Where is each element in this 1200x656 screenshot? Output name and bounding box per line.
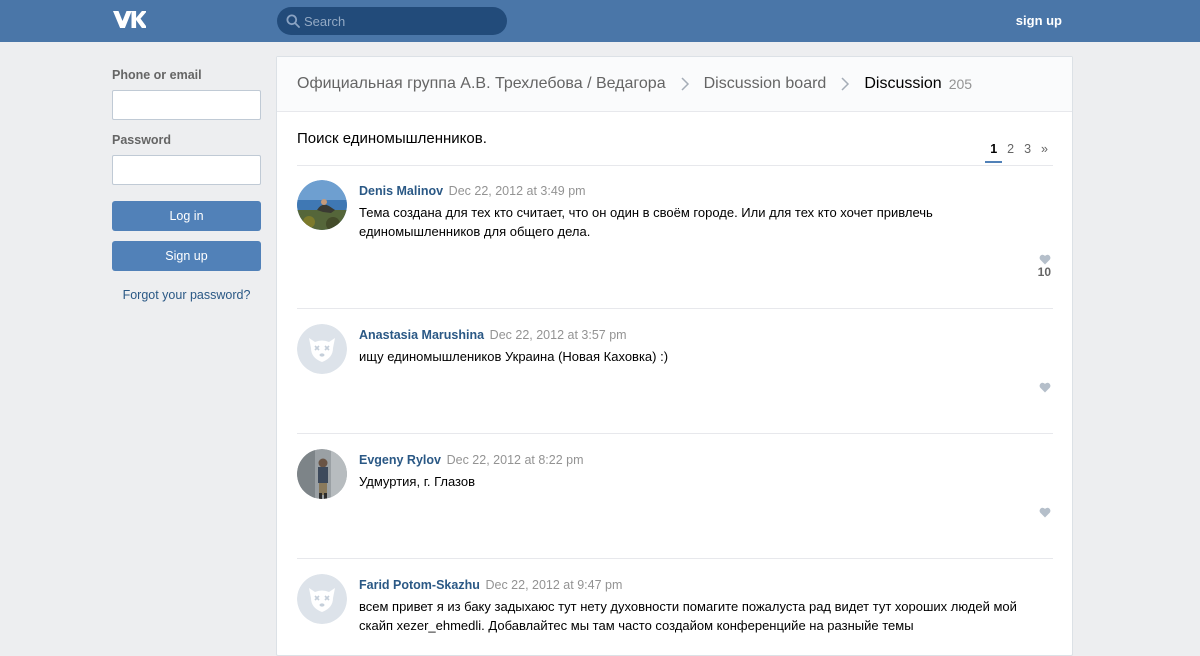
chevron-right-icon (841, 77, 850, 91)
post-date-link[interactable]: Dec 22, 2012 at 3:57 pm (490, 328, 627, 342)
forgot-password-link[interactable]: Forgot your password? (112, 288, 261, 302)
heart-icon (1039, 254, 1051, 265)
breadcrumb: Официальная группа А.В. Трехлебова / Вед… (277, 57, 1072, 112)
divider (297, 433, 1053, 434)
heart-icon (1039, 382, 1051, 393)
heart-icon (1039, 507, 1051, 518)
discussion-card: Официальная группа А.В. Трехлебова / Вед… (276, 56, 1073, 656)
post-author-link[interactable]: Evgeny Rylov (359, 453, 441, 467)
breadcrumb-board-link[interactable]: Discussion board (704, 75, 827, 93)
top-bar: sign up (0, 0, 1200, 42)
page-next-link[interactable]: » (1036, 142, 1053, 163)
like-button[interactable]: 10 (1038, 254, 1051, 279)
post-text: Удмуртия, г. Глазов (359, 474, 475, 489)
breadcrumb-current: Discussion (864, 75, 942, 92)
post-text: ищу единомышлеников Украина (Новая Кахов… (359, 349, 669, 364)
divider (297, 558, 1053, 559)
default-avatar-icon[interactable] (297, 574, 347, 624)
like-button[interactable] (1039, 507, 1051, 518)
chevron-right-icon (681, 77, 689, 91)
divider (297, 165, 1053, 166)
signup-button[interactable]: Sign up (112, 241, 261, 271)
post-author-link[interactable]: Farid Potom-Skazhu (359, 578, 480, 592)
search-input[interactable] (304, 7, 499, 35)
divider (297, 308, 1053, 309)
page-link-3[interactable]: 3 (1019, 142, 1036, 163)
post-date-link[interactable]: Dec 22, 2012 at 9:47 pm (485, 578, 622, 592)
avatar[interactable] (297, 180, 347, 230)
avatar[interactable] (297, 449, 347, 499)
post-author-link[interactable]: Anastasia Marushina (359, 328, 484, 342)
password-label: Password (112, 133, 172, 147)
post-text: всем привет я из баку задыхаюс тут нету … (359, 599, 1017, 633)
post-date-link[interactable]: Dec 22, 2012 at 3:49 pm (449, 184, 586, 198)
post-text: Тема создана для тех кто считает, что он… (359, 205, 933, 239)
login-panel: Phone or email Password Log in Sign up F… (112, 68, 261, 302)
search-box[interactable] (277, 7, 507, 35)
pagination: 1 2 3 » (985, 142, 1053, 163)
default-avatar-icon[interactable] (297, 324, 347, 374)
like-button[interactable] (1039, 382, 1051, 393)
topic-title: Поиск единомышленников. (297, 130, 487, 147)
discussion-count: 205 (948, 76, 973, 92)
breadcrumb-group-link[interactable]: Официальная группа А.В. Трехлебова / Вед… (297, 75, 666, 93)
phone-or-email-field[interactable] (112, 90, 261, 120)
like-count: 10 (1037, 265, 1051, 279)
password-field[interactable] (112, 155, 261, 185)
vk-logo-icon[interactable] (112, 9, 146, 31)
login-button[interactable]: Log in (112, 201, 261, 231)
phone-label: Phone or email (112, 68, 202, 82)
page-link-1[interactable]: 1 (985, 142, 1003, 163)
page-link-2[interactable]: 2 (1002, 142, 1019, 163)
post-date-link[interactable]: Dec 22, 2012 at 8:22 pm (447, 453, 584, 467)
search-icon (286, 14, 300, 28)
post-author-link[interactable]: Denis Malinov (359, 184, 443, 198)
header-signup-link[interactable]: sign up (1016, 13, 1062, 28)
